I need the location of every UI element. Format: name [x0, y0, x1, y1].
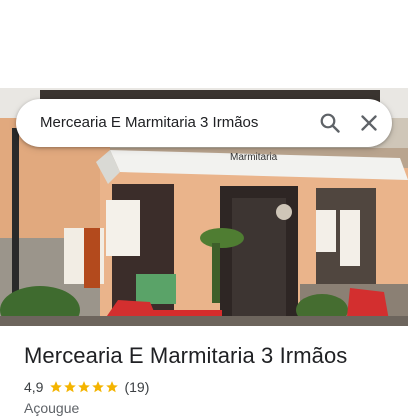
place-title: Mercearia E Marmitaria 3 Irmãos	[24, 343, 348, 368]
awning-sign-text: Marmitaria	[230, 152, 278, 163]
search-input[interactable]: Mercearia E Marmitaria 3 Irmãos	[40, 99, 258, 147]
star-icon	[106, 381, 119, 393]
star-icon	[50, 381, 63, 393]
search-bar[interactable]: Mercearia E Marmitaria 3 Irmãos	[16, 99, 392, 147]
close-icon[interactable]	[357, 111, 381, 135]
search-icon[interactable]	[318, 111, 342, 135]
star-icon	[78, 381, 91, 393]
star-icon	[92, 381, 105, 393]
top-blank-area	[0, 0, 408, 88]
rating-value: 4,9	[24, 379, 44, 395]
star-rating	[49, 380, 119, 394]
star-icon	[64, 381, 77, 393]
review-count[interactable]: (19)	[124, 379, 149, 395]
rating-row[interactable]: 4,9 (19)	[24, 378, 149, 396]
